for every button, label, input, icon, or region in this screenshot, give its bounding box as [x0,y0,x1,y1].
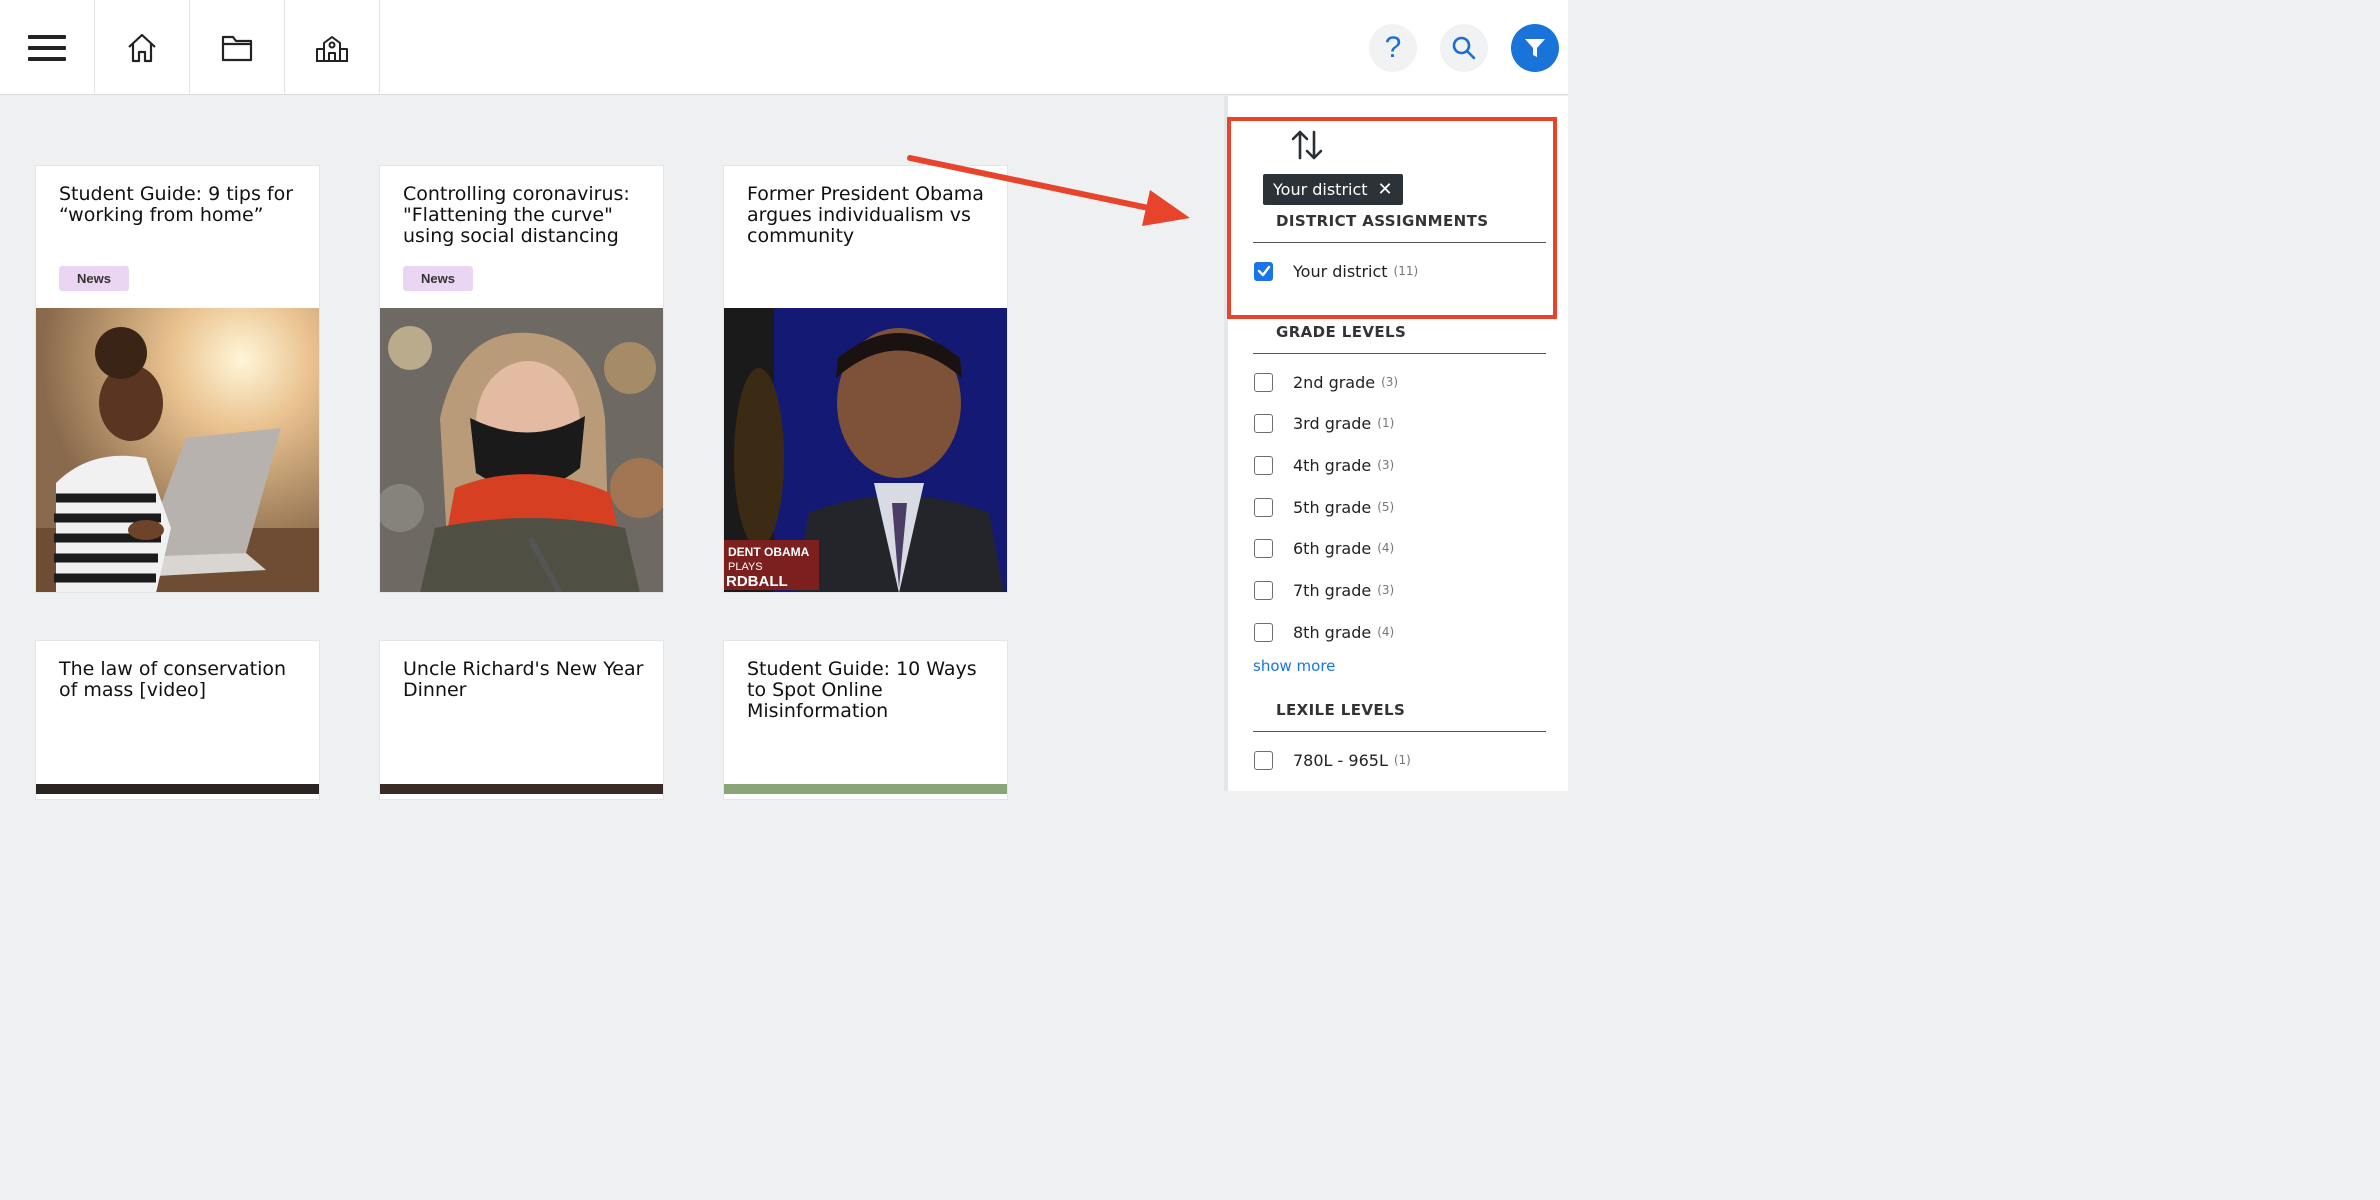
divider [1253,242,1546,243]
option-count: (4) [1377,541,1395,555]
card-title[interactable]: Student Guide: 9 tips for “working from … [59,184,304,226]
check-icon [1257,265,1270,277]
school-icon [316,35,348,62]
article-card[interactable]: Student Guide: 10 Ways to Spot Online Mi… [723,640,1008,800]
district-assignments-heading: DISTRICT ASSIGNMENTS [1276,212,1489,230]
active-filter-chip: Your district ✕ [1263,174,1403,205]
checkbox[interactable] [1254,455,1273,475]
close-icon[interactable]: ✕ [1378,174,1393,205]
library-button[interactable] [190,0,285,95]
option-count: (1) [1393,753,1411,767]
sort-icon [1291,130,1323,160]
filter-option-lexile[interactable]: 780L - 965L (1) [1254,749,1411,771]
option-count: (4) [1377,625,1395,639]
card-image-obama-video[interactable]: DENT OBAMA PLAYS RDBALL [724,308,1007,592]
divider [1253,731,1546,732]
option-label: 6th grade [1293,538,1372,558]
filter-option-grade[interactable]: 5th grade (5) [1254,496,1394,518]
home-icon [128,33,156,62]
article-card[interactable]: The law of conservation of mass [video] [35,640,320,800]
annotation-arrow-icon [907,155,1190,226]
menu-icon [28,34,66,61]
option-count: (1) [1377,416,1395,430]
option-label: 4th grade [1293,455,1372,475]
option-count: (3) [1377,458,1395,472]
svg-text:DENT OBAMA: DENT OBAMA [728,545,810,559]
article-card[interactable]: Controlling coronavirus: "Flattening the… [379,165,664,593]
folder-icon [221,35,253,61]
filter-option-grade[interactable]: 7th grade (3) [1254,579,1394,601]
option-count: (5) [1377,500,1395,514]
svg-text:RDBALL: RDBALL [726,573,788,590]
filter-option-grade[interactable]: 3rd grade (1) [1254,412,1394,434]
search-button[interactable] [1440,24,1488,72]
checkbox[interactable] [1254,497,1273,517]
option-label: 2nd grade [1293,372,1376,392]
show-more-link[interactable]: show more [1253,657,1335,675]
divider [1253,353,1546,354]
article-card[interactable]: Student Guide: 9 tips for “working from … [35,165,320,593]
classes-button[interactable] [285,0,380,95]
filter-option-your-district[interactable]: Your district (11) [1254,260,1418,282]
filter-option-grade[interactable]: 6th grade (4) [1254,537,1394,559]
help-icon: ? [1384,31,1402,64]
news-badge: News [403,266,473,291]
menu-button[interactable] [0,0,95,95]
search-icon [1452,36,1476,60]
checkbox[interactable] [1254,580,1273,600]
option-label: Your district [1293,261,1388,281]
card-image-woman-mask[interactable] [380,308,663,592]
option-label: 780L - 965L [1293,750,1388,770]
card-title[interactable]: The law of conservation of mass [video] [59,659,304,701]
card-image[interactable] [36,784,319,794]
sort-button[interactable] [1290,128,1324,167]
card-image-girl-laptop[interactable] [36,308,319,592]
option-count: (3) [1377,583,1395,597]
checkbox[interactable] [1254,372,1273,392]
option-count: (11) [1393,264,1419,278]
checkbox[interactable] [1254,413,1273,433]
help-button[interactable]: ? [1369,24,1417,72]
option-count: (3) [1381,375,1399,389]
grade-levels-heading: GRADE LEVELS [1276,323,1407,341]
chip-label: Your district [1273,180,1368,199]
card-title[interactable]: Uncle Richard's New Year Dinner [403,659,648,701]
option-label: 3rd grade [1293,413,1372,433]
checkbox[interactable] [1254,538,1273,558]
checkbox-checked[interactable] [1254,261,1273,281]
option-label: 8th grade [1293,622,1372,642]
option-label: 5th grade [1293,497,1372,517]
checkbox[interactable] [1254,750,1273,770]
option-label: 7th grade [1293,580,1372,600]
filter-option-grade[interactable]: 4th grade (3) [1254,454,1394,476]
checkbox[interactable] [1254,622,1273,642]
filter-button[interactable] [1511,24,1559,72]
filter-option-grade[interactable]: 8th grade (4) [1254,621,1394,643]
card-image[interactable] [380,784,663,794]
news-badge: News [59,266,129,291]
article-card[interactable]: Uncle Richard's New Year Dinner [379,640,664,800]
home-button[interactable] [95,0,190,95]
card-image[interactable] [724,784,1007,794]
filter-option-grade[interactable]: 2nd grade (3) [1254,371,1398,393]
card-title[interactable]: Student Guide: 10 Ways to Spot Online Mi… [747,659,992,722]
lexile-levels-heading: LEXILE LEVELS [1276,701,1406,719]
top-bar: ? [0,0,1568,95]
card-title[interactable]: Controlling coronavirus: "Flattening the… [403,184,648,247]
svg-text:PLAYS: PLAYS [728,561,763,573]
filter-icon [1525,39,1545,57]
